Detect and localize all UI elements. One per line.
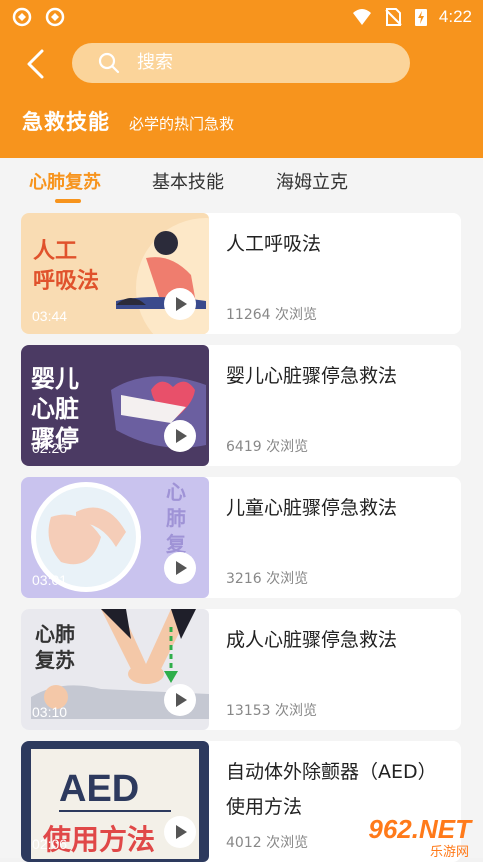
- video-duration: 03:10: [32, 704, 68, 720]
- video-duration: 02:06: [32, 836, 68, 852]
- view-count: 11264 次浏览: [226, 307, 317, 323]
- back-arrow-icon[interactable]: [22, 48, 52, 80]
- video-thumbnail: 心肺 复苏 03:10: [21, 609, 209, 730]
- thumb-caption: 心肺: [35, 622, 75, 646]
- header-bar: 4:22 急救技能 必学的热门急救: [0, 0, 483, 158]
- search-input[interactable]: [137, 43, 387, 83]
- play-icon: [176, 429, 187, 443]
- play-icon: [176, 825, 187, 839]
- video-card[interactable]: 心 肺 复 苏 03:01 儿童心脏骤停急救法 3216 次浏览: [21, 477, 461, 598]
- search-icon: [98, 52, 120, 74]
- video-thumbnail: 婴儿 心脏 骤停 02:26: [21, 345, 209, 466]
- video-thumbnail: 人工 呼吸法 03:44: [21, 213, 209, 334]
- search-bar[interactable]: [72, 43, 410, 83]
- no-sim-icon: [385, 8, 402, 26]
- site-watermark: 962.NET 乐游网: [343, 810, 483, 860]
- status-bar: 4:22: [0, 0, 483, 34]
- tab-bar: 心肺复苏 基本技能 海姆立克: [0, 158, 483, 206]
- thumb-caption: 心脏: [31, 395, 79, 423]
- video-card[interactable]: 人工 呼吸法 03:44 人工呼吸法 11264 次浏览: [21, 213, 461, 334]
- play-button[interactable]: [164, 420, 196, 452]
- content-panel: 心肺复苏 基本技能 海姆立克 人工 呼吸法 03:44 人工呼吸法 11264 …: [0, 158, 483, 862]
- video-thumbnail: 心 肺 复 苏 03:01: [21, 477, 209, 598]
- thumb-caption: 呼吸法: [33, 269, 99, 294]
- wifi-icon: [353, 9, 371, 25]
- video-title: 婴儿心脏骤停急救法: [226, 365, 398, 387]
- thumb-caption: 心: [166, 480, 186, 504]
- view-count: 4012 次浏览: [226, 835, 309, 851]
- view-count: 6419 次浏览: [226, 439, 309, 455]
- watermark-subtext: 乐游网: [429, 845, 469, 860]
- app-notification-icon-2: [45, 7, 65, 27]
- play-icon: [176, 297, 187, 311]
- tab-basic-skills[interactable]: 基本技能: [152, 168, 224, 194]
- page-subtitle: 必学的热门急救: [129, 115, 235, 133]
- video-duration: 03:44: [32, 308, 68, 324]
- video-duration: 02:26: [32, 440, 68, 456]
- video-title: 人工呼吸法: [226, 233, 322, 255]
- video-title: 成人心脏骤停急救法: [226, 629, 398, 651]
- play-button[interactable]: [164, 816, 196, 848]
- play-button[interactable]: [164, 288, 196, 320]
- play-button[interactable]: [164, 552, 196, 584]
- play-button[interactable]: [164, 684, 196, 716]
- status-time: 4:22: [438, 7, 472, 26]
- video-duration: 03:01: [32, 572, 68, 588]
- thumb-caption: 复苏: [34, 648, 75, 672]
- battery-charging-icon: [415, 9, 427, 26]
- play-icon: [176, 561, 187, 575]
- thumb-caption: 人工: [33, 239, 77, 264]
- video-title: 儿童心脏骤停急救法: [226, 497, 398, 519]
- video-thumbnail: AED 使用方法 02:06: [21, 741, 209, 862]
- page-title: 急救技能: [22, 110, 110, 134]
- play-icon: [176, 693, 187, 707]
- view-count: 13153 次浏览: [226, 703, 317, 719]
- video-card[interactable]: 心肺 复苏 03:10 成人心脏骤停急救法 13153 次浏览: [21, 609, 461, 730]
- thumb-caption: 肺: [166, 506, 186, 530]
- video-card[interactable]: 婴儿 心脏 骤停 02:26 婴儿心脏骤停急救法 6419 次浏览: [21, 345, 461, 466]
- tab-cpr[interactable]: 心肺复苏: [29, 168, 101, 194]
- thumb-caption: AED: [59, 768, 139, 810]
- thumb-caption: 婴儿: [31, 365, 79, 393]
- tab-heimlich[interactable]: 海姆立克: [276, 168, 348, 194]
- app-notification-icon: [12, 7, 32, 27]
- tab-indicator: [55, 199, 81, 203]
- view-count: 3216 次浏览: [226, 571, 309, 587]
